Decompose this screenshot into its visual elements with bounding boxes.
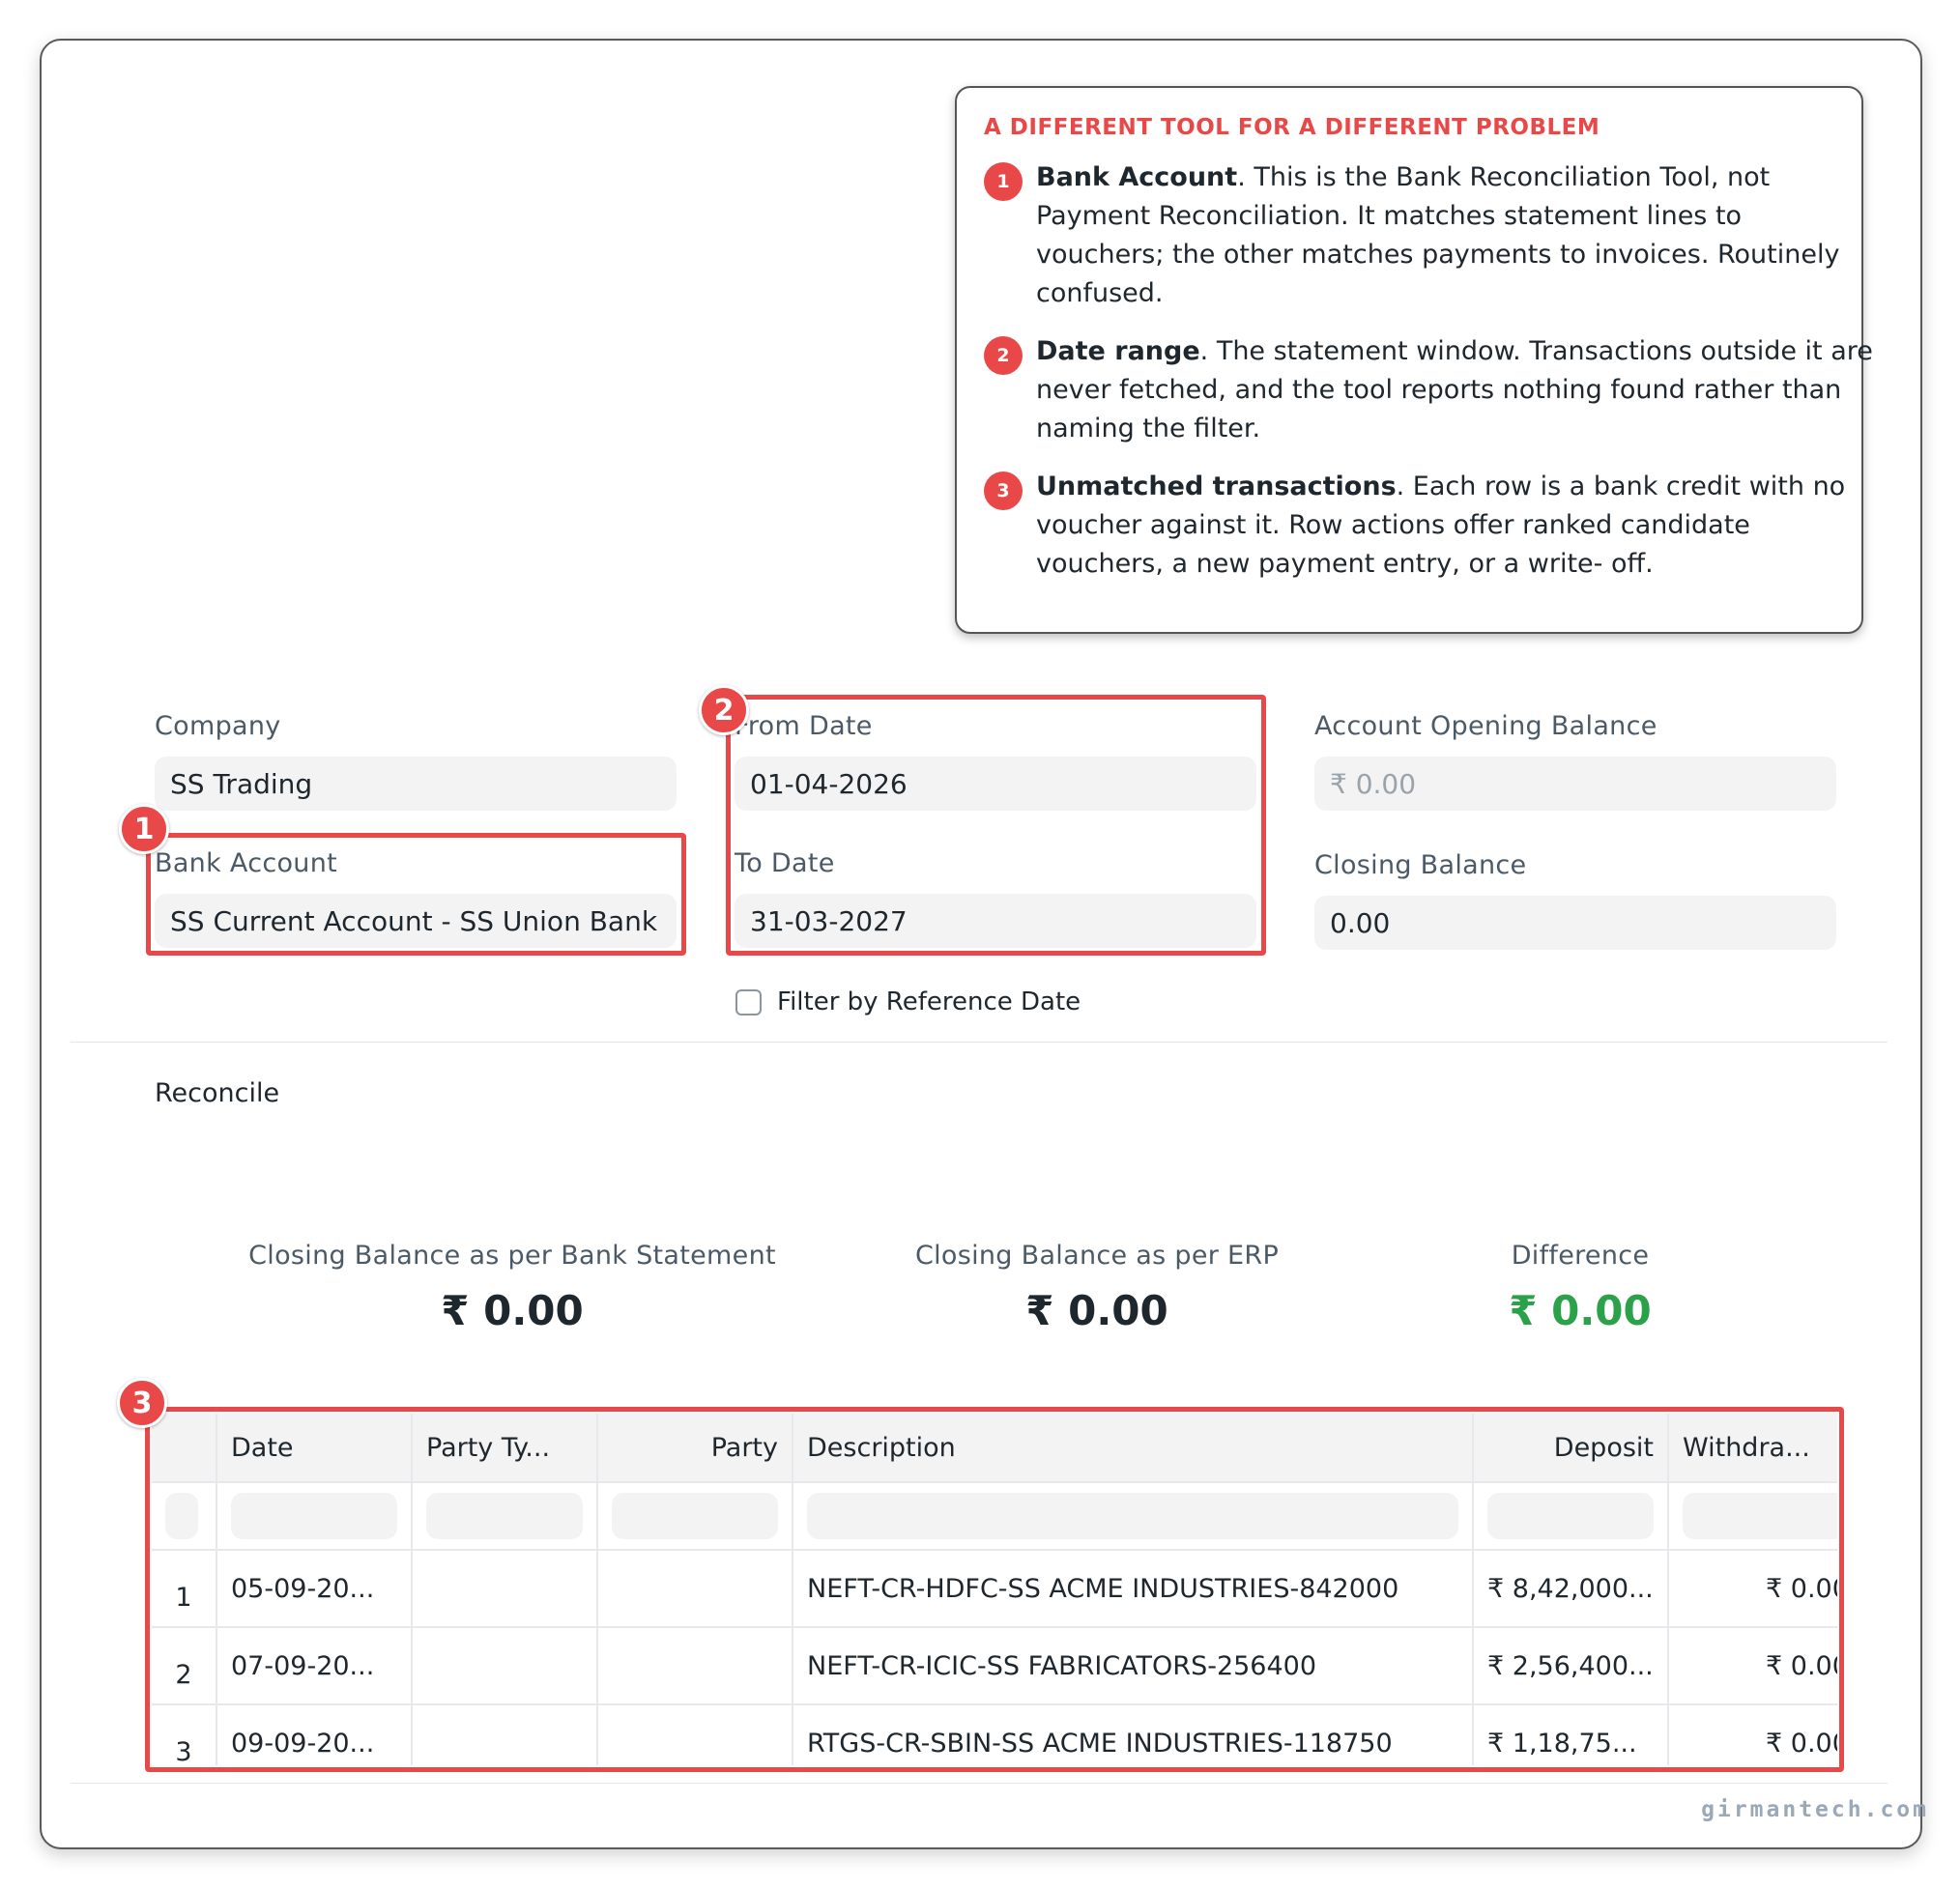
closing-balance-label: Closing Balance [1314, 850, 1527, 880]
difference-label: Difference [1511, 1241, 1650, 1271]
bottom-divider [71, 1783, 1888, 1784]
badge-2: 2 [699, 685, 749, 735]
company-field[interactable]: SS Trading [155, 757, 677, 811]
highlight-bank-account [146, 833, 686, 956]
watermark: girmantech.com [1701, 1797, 1929, 1822]
callout-title: A DIFFERENT TOOL FOR A DIFFERENT PROBLEM [984, 115, 1600, 140]
opening-balance-label: Account Opening Balance [1314, 711, 1657, 741]
opening-balance-field: ₹ 0.00 [1314, 757, 1836, 811]
bank-statement-balance-value: ₹ 0.00 [441, 1287, 584, 1334]
badge-3: 3 [117, 1378, 167, 1428]
callout-number: 2 [984, 336, 1023, 375]
annotation-callout: A DIFFERENT TOOL FOR A DIFFERENT PROBLEM… [955, 86, 1873, 634]
filter-reference-date-checkbox[interactable] [735, 989, 762, 1016]
callout-number: 1 [984, 162, 1023, 201]
erp-balance-value: ₹ 0.00 [1025, 1287, 1168, 1334]
bank-statement-balance-label: Closing Balance as per Bank Statement [248, 1241, 776, 1271]
section-divider [71, 1042, 1888, 1043]
difference-value: ₹ 0.00 [1509, 1287, 1652, 1334]
highlight-date-range [726, 695, 1266, 956]
reconcile-section-title: Reconcile [155, 1078, 280, 1108]
callout-item-heading: Bank Account [1036, 162, 1238, 192]
callout-item-heading: Date range [1036, 336, 1200, 366]
callout-number: 3 [984, 472, 1023, 510]
filter-reference-date-label[interactable]: Filter by Reference Date [777, 987, 1081, 1016]
erp-balance-label: Closing Balance as per ERP [914, 1241, 1280, 1271]
company-label: Company [155, 711, 281, 741]
callout-item-heading: Unmatched transactions [1036, 472, 1397, 501]
closing-balance-field[interactable]: 0.00 [1314, 896, 1836, 950]
badge-1: 1 [119, 804, 169, 854]
highlight-unmatched-transactions [145, 1407, 1844, 1772]
